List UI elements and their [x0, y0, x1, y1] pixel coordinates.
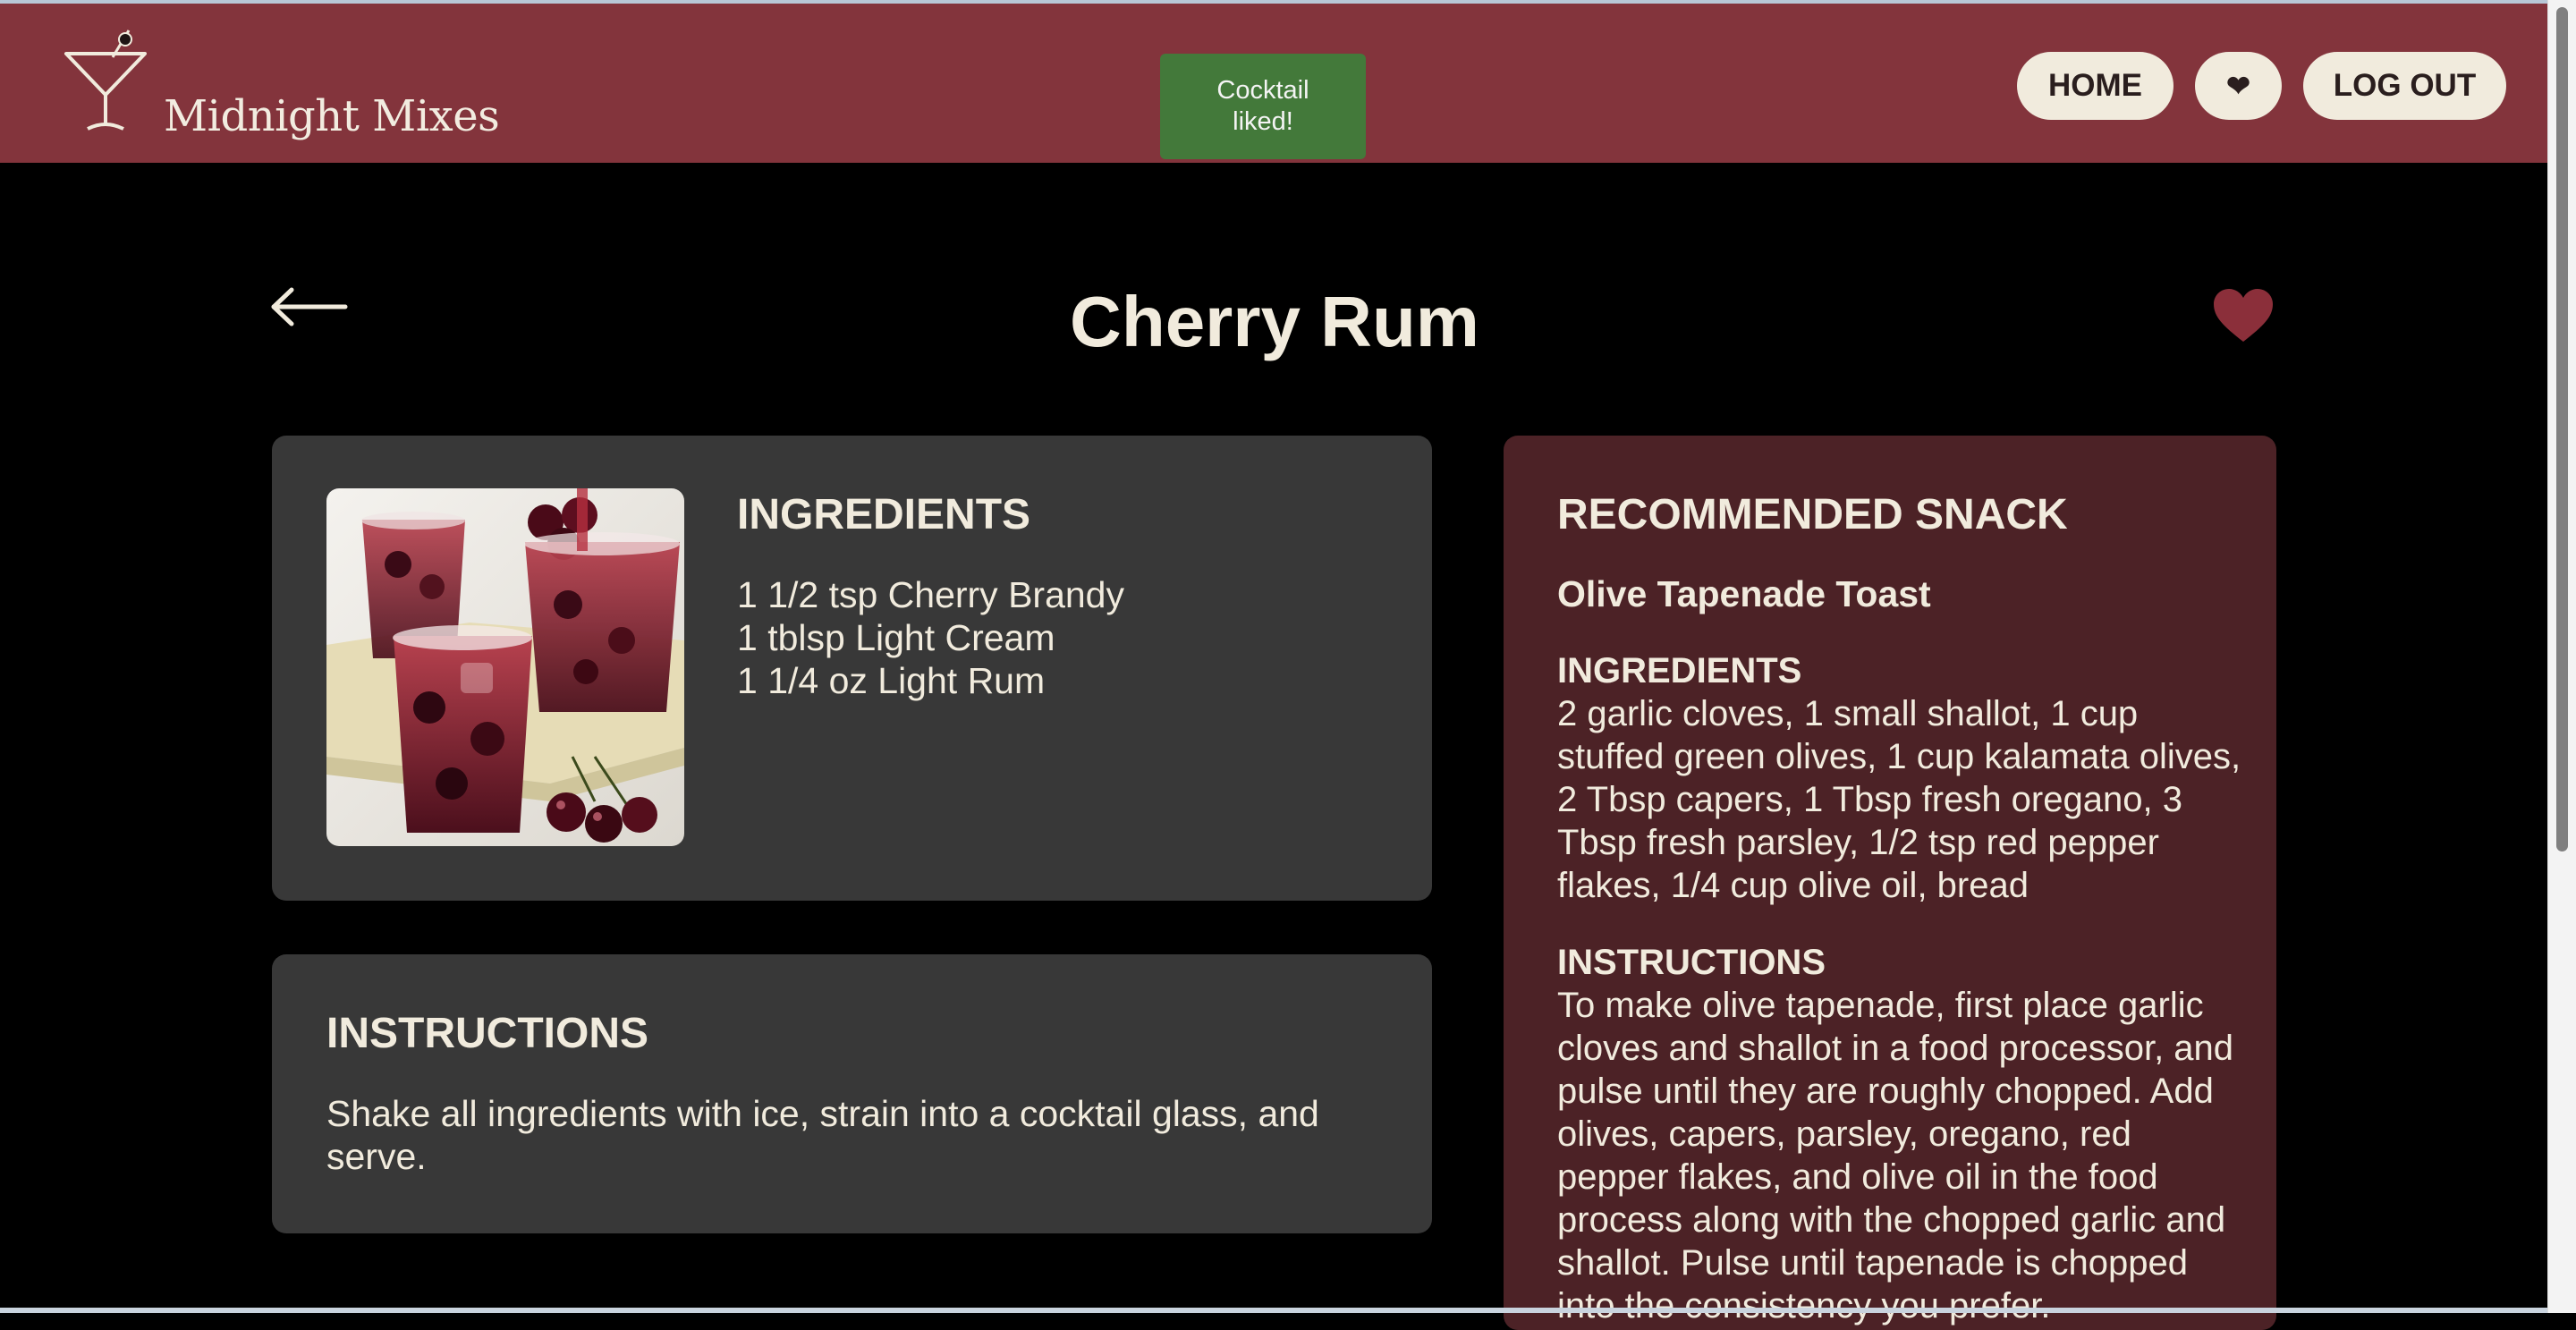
ingredients-heading: INGREDIENTS [737, 491, 1031, 538]
favorite-heart-icon[interactable] [2212, 288, 2275, 343]
ingredients-card: INGREDIENTS 1 1/2 tsp Cherry Brandy 1 tb… [272, 436, 1432, 901]
recommended-snack-card: RECOMMENDED SNACK Olive Tapenade Toast I… [1504, 436, 2276, 1330]
martini-glass-icon[interactable] [61, 27, 150, 132]
snack-instructions-text: To make olive tapenade, first place garl… [1557, 986, 2234, 1326]
top-nav-bar: Midnight Mixes Cocktail liked! HOME ❤ LO… [0, 0, 2547, 163]
page-title: Cherry Rum [1070, 282, 1479, 361]
snack-name: Olive Tapenade Toast [1557, 573, 1931, 614]
snack-heading: RECOMMENDED SNACK [1557, 491, 2068, 538]
ingredient-item: 1 tblsp Light Cream [737, 617, 1055, 658]
liked-toast: Cocktail liked! [1160, 54, 1366, 159]
instructions-heading: INSTRUCTIONS [326, 1010, 648, 1057]
ingredients-list: 1 1/2 tsp Cherry Brandy 1 tblsp Light Cr… [737, 573, 1124, 702]
ingredient-item: 1 1/4 oz Light Rum [737, 660, 1046, 701]
home-button[interactable]: HOME [2017, 52, 2174, 120]
brand-name[interactable]: Midnight Mixes [164, 91, 500, 141]
favorites-button[interactable]: ❤ [2195, 52, 2282, 120]
instructions-card: INSTRUCTIONS Shake all ingredients with … [272, 954, 1432, 1233]
snack-ingredients-heading: INGREDIENTS [1557, 651, 1802, 690]
heart-icon: ❤ [2226, 70, 2250, 102]
snack-instructions-heading: INSTRUCTIONS [1557, 943, 1826, 982]
logout-button[interactable]: LOG OUT [2303, 52, 2506, 120]
instructions-text: Shake all ingredients with ice, strain i… [326, 1093, 1319, 1177]
snack-ingredients-text: 2 garlic cloves, 1 small shallot, 1 cup … [1557, 694, 2241, 905]
ingredient-item: 1 1/2 tsp Cherry Brandy [737, 574, 1124, 615]
cocktail-image [326, 488, 684, 846]
scrollbar-thumb[interactable] [2556, 7, 2568, 851]
window-bottom-edge [0, 1308, 2547, 1313]
page-scrollbar[interactable] [2547, 0, 2576, 1313]
